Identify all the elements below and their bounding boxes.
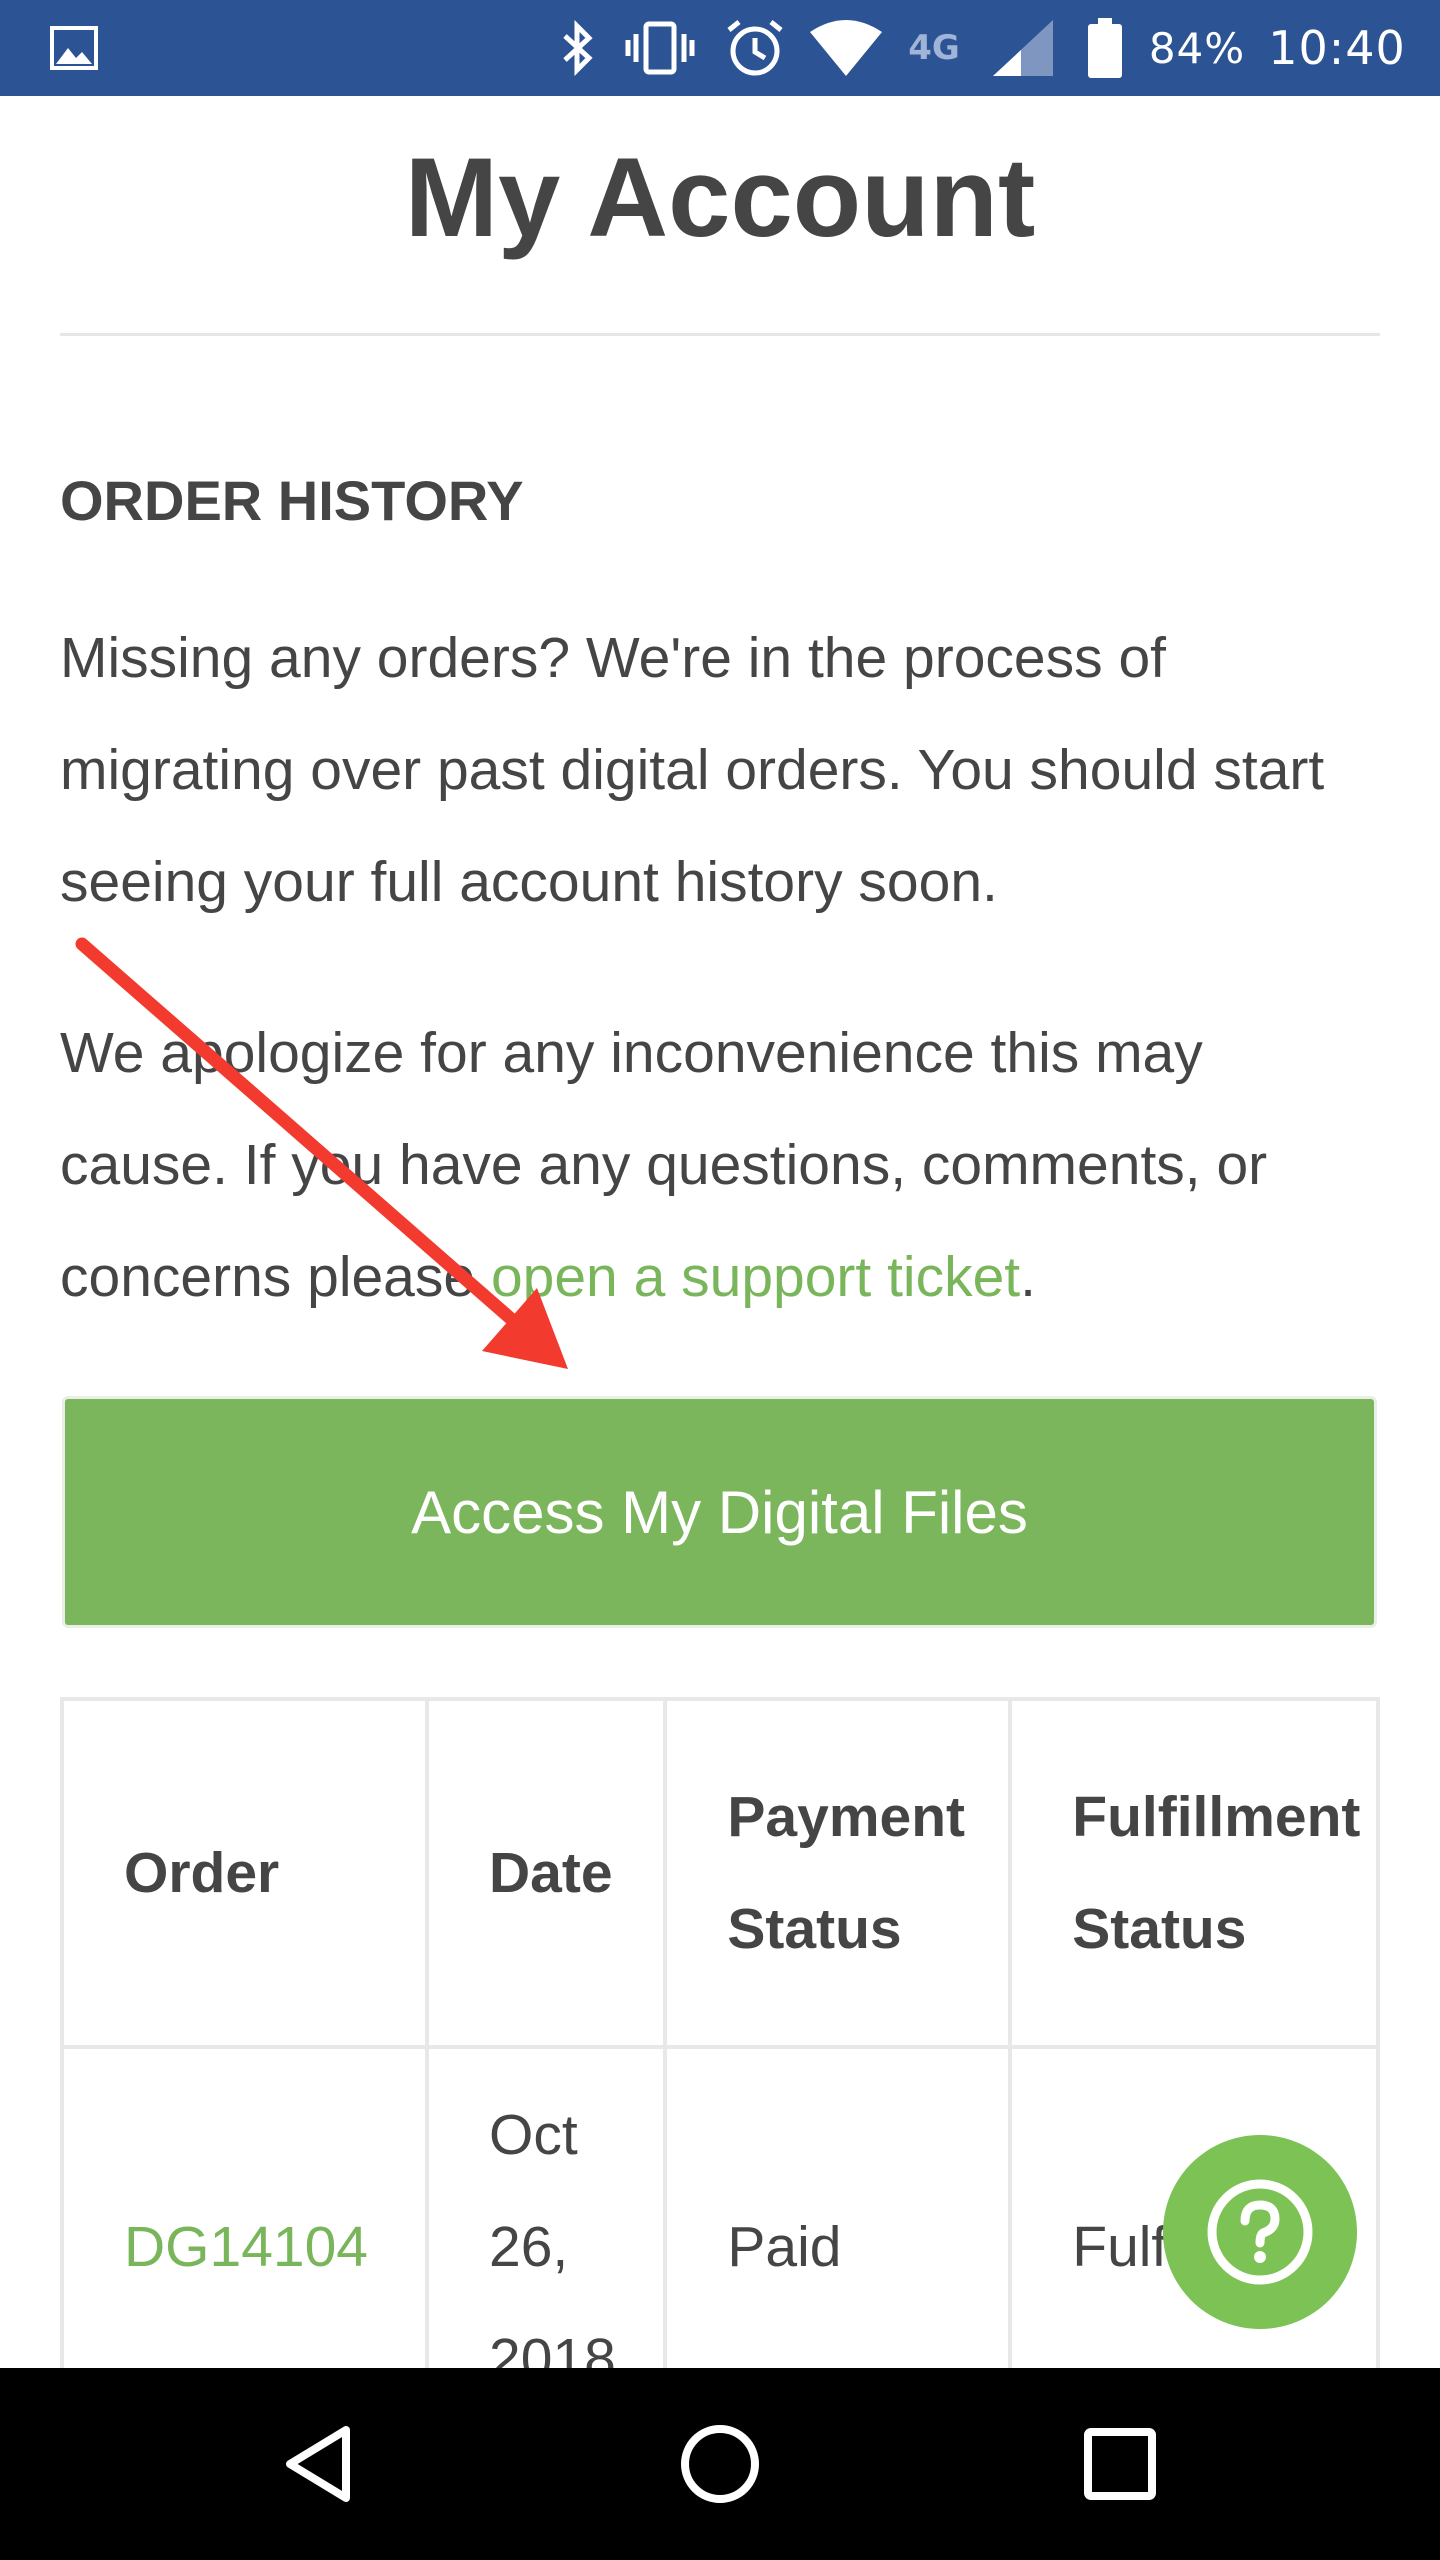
question-mark-icon bbox=[1207, 2179, 1313, 2285]
support-ticket-link[interactable]: open a support ticket bbox=[491, 1245, 1020, 1309]
header-fulfillment-status: Fulfillment Status bbox=[1008, 1697, 1380, 2049]
vibrate-icon bbox=[620, 0, 700, 96]
header-payment-line2: Status bbox=[727, 1897, 902, 1961]
header-fulfillment-line2: Status bbox=[1072, 1897, 1247, 1961]
date-cell: Oct 26, 2018 bbox=[424, 2045, 668, 2370]
order-cell: DG14104 bbox=[60, 2045, 429, 2370]
wifi-icon bbox=[806, 0, 886, 96]
migration-notice: Missing any orders? We're in the process… bbox=[60, 626, 1325, 914]
alarm-icon bbox=[720, 0, 790, 96]
back-icon[interactable] bbox=[240, 2368, 400, 2560]
title-divider bbox=[60, 333, 1380, 336]
apology-period: . bbox=[1020, 1245, 1036, 1309]
header-order: Order bbox=[60, 1697, 429, 2049]
order-history-heading: ORDER HISTORY bbox=[60, 469, 524, 532]
date-line2: 26, bbox=[489, 2215, 569, 2279]
battery-icon bbox=[1080, 0, 1130, 96]
help-button[interactable] bbox=[1163, 2135, 1357, 2329]
recents-icon[interactable] bbox=[1040, 2368, 1200, 2560]
header-date: Date bbox=[424, 1697, 668, 2049]
page-title: My Account bbox=[404, 135, 1036, 260]
bluetooth-icon bbox=[552, 0, 602, 96]
network-type: 4G bbox=[894, 0, 974, 96]
access-digital-files-button[interactable]: Access My Digital Files bbox=[62, 1396, 1377, 1628]
header-payment-status: Payment Status bbox=[663, 1697, 1013, 2049]
navigation-bar bbox=[0, 2368, 1440, 2560]
signal-icon bbox=[988, 0, 1058, 96]
network-label: 4G bbox=[908, 28, 960, 68]
clock: 10:40 bbox=[1268, 21, 1406, 75]
home-icon[interactable] bbox=[640, 2368, 800, 2560]
apology-notice: We apologize for any inconvenience this … bbox=[60, 997, 1380, 1333]
battery-percent: 84% bbox=[1148, 23, 1246, 73]
header-payment-line1: Payment bbox=[727, 1785, 966, 1849]
order-number-link[interactable]: DG14104 bbox=[124, 2215, 368, 2279]
date-line3: 2018 bbox=[489, 2327, 616, 2370]
date-line1: Oct bbox=[489, 2103, 578, 2167]
header-fulfillment-line1: Fulfillment bbox=[1072, 1785, 1361, 1849]
status-bar: 4G 84% 10:40 bbox=[0, 0, 1440, 96]
payment-status-cell: Paid bbox=[663, 2045, 1013, 2370]
gallery-icon bbox=[44, 0, 104, 96]
table-header-row: Order Date Payment Status Fulfillment St… bbox=[60, 1697, 1380, 2049]
